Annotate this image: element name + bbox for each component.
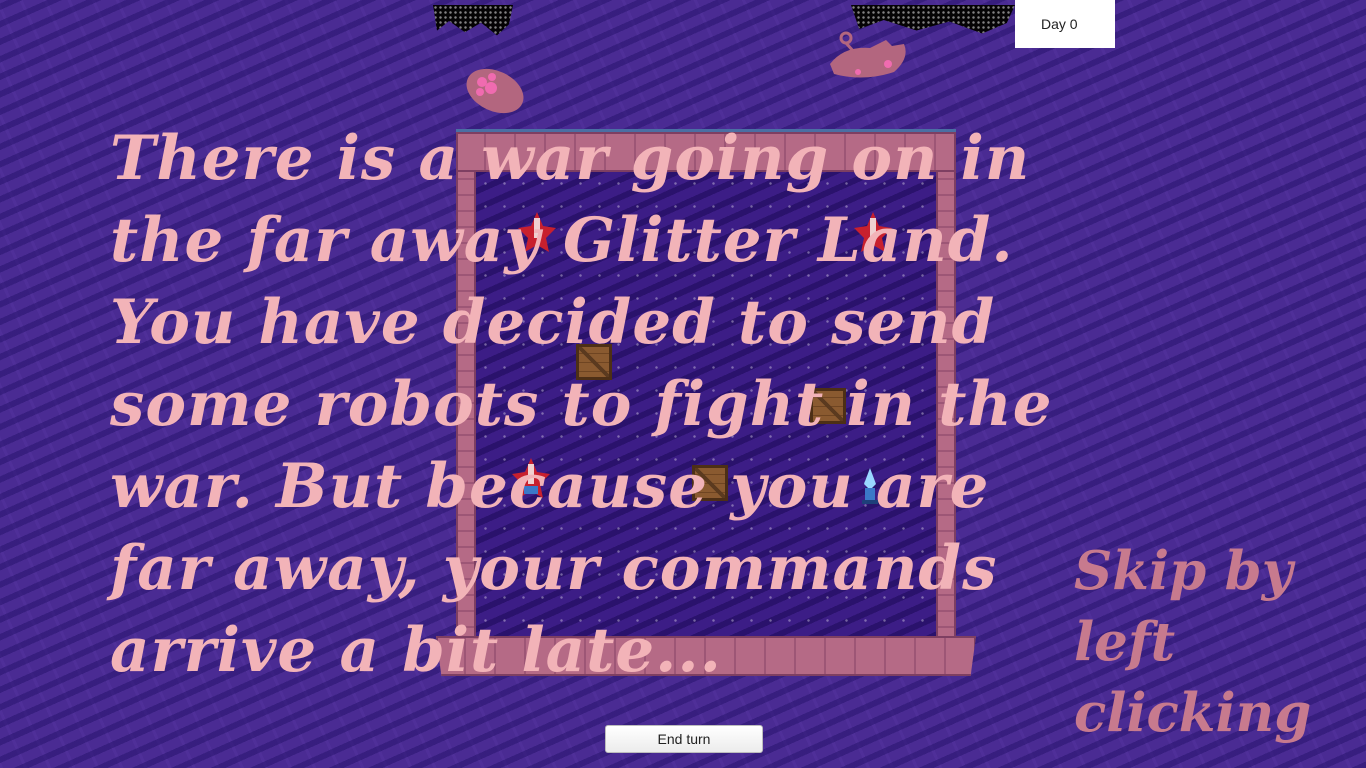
glitch-tear-left — [433, 5, 513, 36]
horned-creature-icon — [824, 28, 910, 84]
paw-creature-icon — [462, 64, 528, 116]
end-turn-button[interactable]: End turn — [605, 725, 763, 753]
end-turn-label: End turn — [657, 731, 711, 747]
day-counter: Day 0 — [1015, 0, 1115, 48]
day-counter-label: Day 0 — [1041, 16, 1078, 32]
intro-story-text: There is a war going on in the far away … — [110, 123, 1053, 686]
skip-hint-text[interactable]: Skip by left clicking — [1074, 536, 1344, 749]
